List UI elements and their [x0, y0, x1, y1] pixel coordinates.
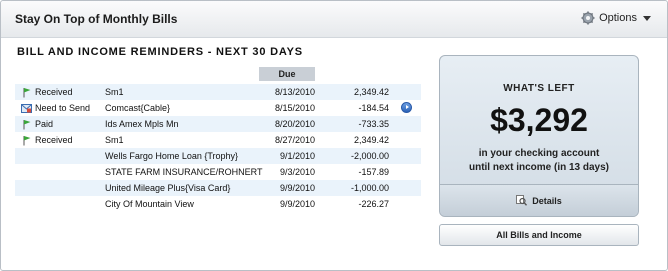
green-flag-icon	[23, 135, 31, 145]
magnifier-icon	[516, 195, 528, 206]
payee: Ids Amex Mpls Mn	[105, 119, 179, 129]
status-cell: Received	[21, 84, 73, 100]
table-row[interactable]: Received Sm1 8/13/2010 2,349.42	[15, 84, 421, 100]
due-date: 8/15/2010	[274, 103, 315, 113]
payee: United Mileage Plus{Visa Card}	[105, 183, 231, 193]
payee: Comcast{Cable}	[105, 103, 171, 113]
details-label: Details	[532, 195, 562, 206]
status-label: Received	[35, 87, 73, 97]
status-cell: Received	[21, 132, 73, 148]
options-menu-button[interactable]: Options	[581, 11, 651, 25]
table-row[interactable]: United Mileage Plus{Visa Card} 9/9/2010 …	[15, 180, 421, 196]
green-flag-icon	[23, 87, 31, 97]
amount: -733.35	[358, 119, 389, 129]
table-row[interactable]: Received Sm1 8/27/2010 2,349.42	[15, 132, 421, 148]
whats-left-line1: in your checking account	[478, 148, 600, 159]
due-date: 9/9/2010	[279, 183, 315, 193]
chevron-down-icon	[643, 15, 651, 21]
section-title: BILL AND INCOME REMINDERS - NEXT 30 DAYS	[17, 46, 303, 58]
status-cell: Paid	[21, 116, 53, 132]
blue-arrow-icon[interactable]	[401, 102, 412, 113]
due-date: 8/13/2010	[274, 87, 315, 97]
payee: Sm1	[105, 135, 124, 145]
options-label: Options	[599, 12, 637, 24]
widget-title: Stay On Top of Monthly Bills	[15, 12, 178, 26]
table-row[interactable]: Paid Ids Amex Mpls Mn 8/20/2010 -733.35	[15, 116, 421, 132]
amount: -1,000.00	[350, 183, 389, 193]
table-row[interactable]: Need to Send Comcast{Cable} 8/15/2010 -1…	[15, 100, 421, 116]
due-date: 9/9/2010	[279, 199, 315, 209]
whats-left-line2: until next income (in 13 days)	[468, 162, 610, 173]
status-cell: Need to Send	[21, 100, 90, 116]
payee: Sm1	[105, 87, 124, 97]
amount: 2,349.42	[353, 135, 389, 145]
whats-left-amount: $3,292	[490, 102, 588, 138]
amount: 2,349.42	[353, 87, 389, 97]
table-row[interactable]: STATE FARM INSURANCE/ROHNERT 9/3/2010 -1…	[15, 164, 421, 180]
whats-left-heading: WHAT'S LEFT	[503, 83, 575, 94]
amount: -226.27	[358, 199, 389, 209]
widget-header: Stay On Top of Monthly Bills Options	[1, 1, 667, 38]
status-label: Received	[35, 135, 73, 145]
table-row[interactable]: City Of Mountain View 9/9/2010 -226.27	[15, 196, 421, 212]
bills-widget: Stay On Top of Monthly Bills Options BIL…	[0, 0, 668, 271]
due-column-header[interactable]: Due	[259, 67, 315, 81]
payee: Wells Fargo Home Loan {Trophy}	[105, 151, 239, 161]
payee: STATE FARM INSURANCE/ROHNERT	[105, 167, 263, 177]
gear-icon	[581, 11, 595, 25]
status-label: Need to Send	[35, 103, 91, 113]
payee: City Of Mountain View	[105, 199, 194, 209]
amount: -157.89	[358, 167, 389, 177]
details-button[interactable]: Details	[440, 185, 638, 216]
status-label: Paid	[35, 119, 54, 129]
whats-left-panel: WHAT'S LEFT $3,292 in your checking acco…	[439, 55, 639, 217]
all-bills-and-income-button[interactable]: All Bills and Income	[439, 224, 639, 246]
due-date: 8/20/2010	[274, 119, 315, 129]
table-row[interactable]: Wells Fargo Home Loan {Trophy} 9/1/2010 …	[15, 148, 421, 164]
amount: -184.54	[358, 103, 389, 113]
due-date: 8/27/2010	[274, 135, 315, 145]
due-date: 9/3/2010	[279, 167, 315, 177]
due-date: 9/1/2010	[279, 151, 315, 161]
send-payment-icon	[21, 103, 32, 113]
green-flag-icon	[23, 119, 31, 129]
amount: -2,000.00	[350, 151, 389, 161]
